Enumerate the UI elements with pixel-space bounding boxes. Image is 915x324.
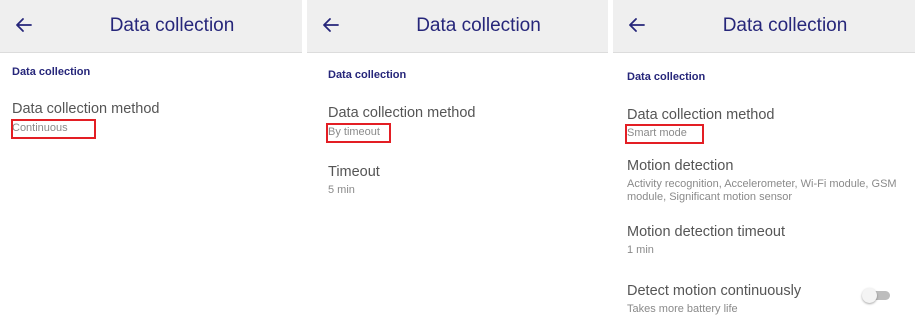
highlight-box	[625, 124, 704, 144]
timeout-title: Timeout	[328, 164, 380, 180]
method-title: Data collection method	[328, 105, 476, 121]
motion-timeout-value: 1 min	[627, 244, 654, 256]
highlight-box	[11, 119, 96, 139]
detect-continuously-title: Detect motion continuously	[627, 283, 802, 299]
screen-continuous: Data collection Data collection Data col…	[0, 0, 302, 324]
method-title: Data collection method	[12, 101, 160, 117]
highlight-box	[326, 123, 391, 143]
arrow-left-icon[interactable]	[12, 13, 36, 37]
detect-continuously-value: Takes more battery life	[627, 303, 738, 315]
motion-detection-title: Motion detection	[627, 158, 734, 174]
motion-detection-value: Activity recognition, Accelerometer, Wi-…	[627, 178, 897, 203]
page-title: Data collection	[416, 15, 541, 36]
detect-continuously-toggle[interactable]	[862, 288, 890, 303]
screen-by-timeout: Data collection Data collection Data col…	[307, 0, 608, 324]
app-bar: Data collection	[307, 0, 608, 53]
method-title: Data collection method	[627, 107, 775, 123]
section-header: Data collection	[12, 66, 91, 78]
arrow-left-icon[interactable]	[625, 13, 649, 37]
page-title: Data collection	[722, 15, 848, 36]
app-bar: Data collection	[613, 0, 915, 53]
arrow-left-icon[interactable]	[319, 13, 343, 37]
toggle-thumb	[862, 288, 877, 303]
motion-timeout-title: Motion detection timeout	[627, 224, 785, 240]
screen-smart-mode: Data collection Data collection Data col…	[613, 0, 915, 324]
page-title: Data collection	[109, 15, 235, 36]
app-bar: Data collection	[0, 0, 302, 53]
section-header: Data collection	[627, 71, 706, 83]
timeout-value: 5 min	[328, 184, 355, 196]
section-header: Data collection	[328, 69, 407, 81]
